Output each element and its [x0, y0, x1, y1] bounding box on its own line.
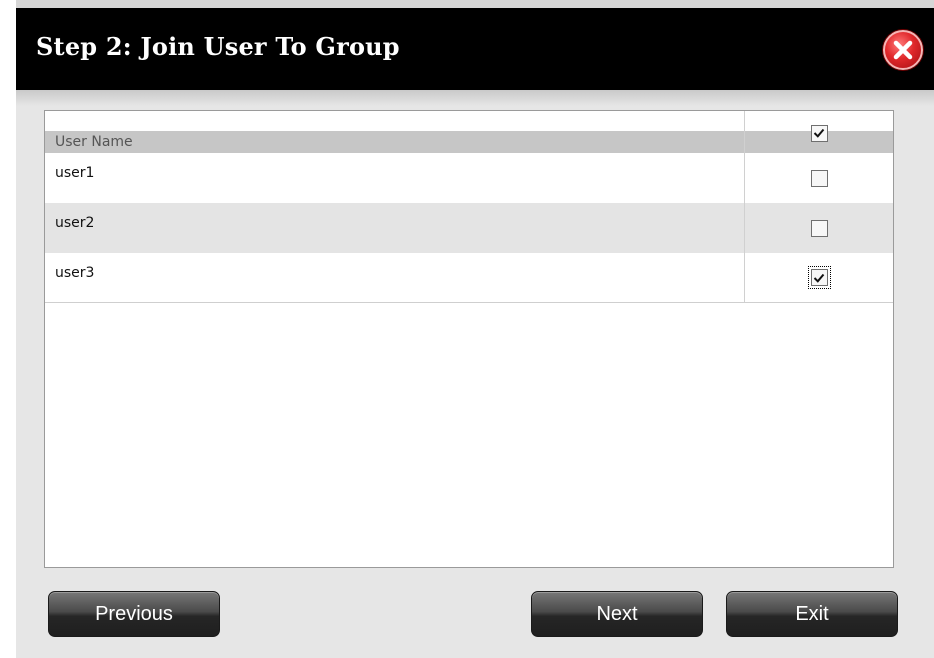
check-icon: [813, 273, 825, 283]
user-row-checkbox[interactable]: [810, 169, 828, 187]
user-name-cell: user2: [55, 215, 95, 231]
table-row: user3: [45, 253, 893, 303]
left-margin: [0, 0, 16, 658]
previous-button[interactable]: Previous: [48, 591, 220, 637]
join-user-dialog: Step 2: Join User To Group User Name use…: [0, 0, 934, 658]
check-icon: [813, 128, 825, 138]
exit-button[interactable]: Exit: [726, 591, 898, 637]
user-name-cell: user1: [55, 165, 95, 181]
user-row-checkbox[interactable]: [810, 219, 828, 237]
table-row: user2: [45, 203, 893, 253]
table-header: User Name: [45, 124, 893, 153]
table-row: user1: [45, 153, 893, 203]
close-button[interactable]: [883, 30, 923, 70]
title-bar: Step 2: Join User To Group: [16, 8, 934, 90]
close-icon: [893, 40, 913, 60]
header-strip: [45, 111, 893, 131]
dialog-title: Step 2: Join User To Group: [36, 32, 400, 61]
next-button[interactable]: Next: [531, 591, 703, 637]
user-row-checkbox[interactable]: [807, 266, 831, 289]
user-name-cell: user3: [55, 265, 95, 281]
user-table: User Name user1 user2 user3: [44, 110, 894, 568]
select-all-checkbox[interactable]: [810, 124, 828, 142]
column-header-user-name: User Name: [55, 134, 133, 150]
